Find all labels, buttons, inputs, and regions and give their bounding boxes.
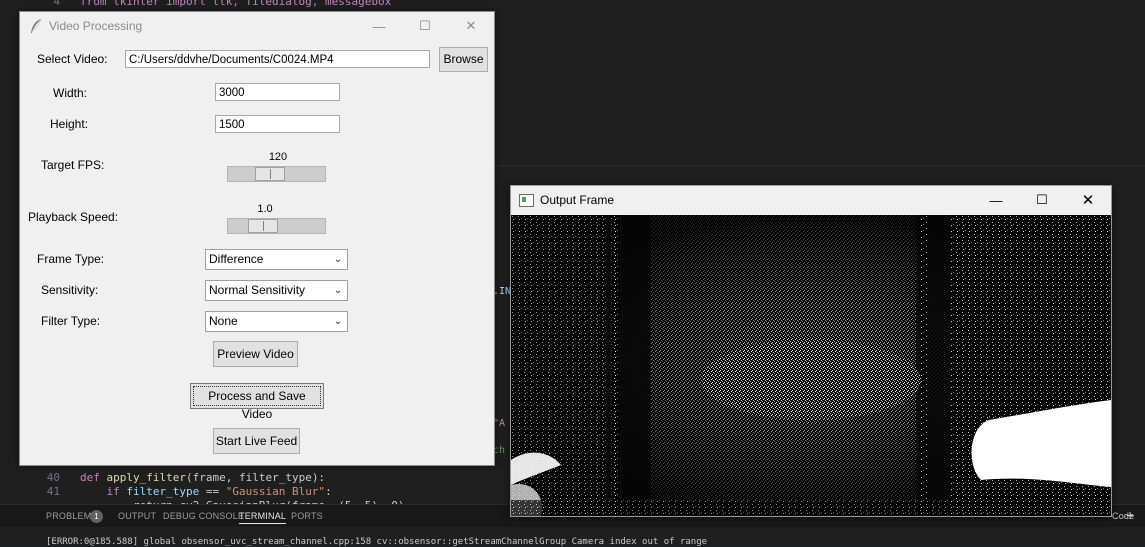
code-line: def apply_filter(frame, filter_type):	[80, 471, 326, 484]
chevron-down-icon[interactable]: ⌄	[332, 282, 344, 299]
add-terminal-icon[interactable]: +	[1126, 507, 1134, 523]
browse-button[interactable]: Browse	[439, 47, 488, 72]
tab-debug-console[interactable]: DEBUG CONSOLE	[163, 511, 244, 521]
tab-ports[interactable]: PORTS	[291, 511, 323, 521]
speed-slider-track[interactable]	[227, 218, 326, 234]
difference-frame-image	[511, 215, 1111, 516]
minimize-button[interactable]: —	[973, 186, 1019, 214]
height-field[interactable]: 1500	[215, 115, 340, 133]
filter-type-value: None	[209, 314, 238, 328]
line-number: 41	[46, 485, 60, 498]
close-button[interactable]: ✕	[1065, 186, 1111, 214]
output-window-title: Output Frame	[540, 193, 615, 207]
output-frame-window: Output Frame — ☐ ✕	[510, 185, 1112, 517]
code-line: from tkinter import ttk, filedialog, mes…	[80, 0, 392, 8]
window-title: Video Processing	[49, 19, 143, 33]
chevron-down-icon[interactable]: ⌄	[332, 313, 344, 330]
maximize-button[interactable]: ☐	[402, 12, 448, 40]
process-and-save-button[interactable]: Process and Save Video	[190, 383, 324, 421]
video-processing-window: Video Processing — ☐ ✕ Select Video: C:/…	[19, 11, 495, 466]
video-path-field[interactable]: C:/Users/ddvhe/Documents/C0024.MP4	[125, 50, 430, 68]
code-line: if filter_type == "Gaussian Blur":	[80, 485, 332, 498]
width-field[interactable]: 3000	[215, 83, 340, 101]
start-live-feed-button[interactable]: Start Live Feed	[213, 428, 300, 454]
tab-terminal[interactable]: TERMINAL	[239, 511, 287, 524]
sensitivity-select[interactable]: Normal Sensitivity ⌄	[205, 280, 348, 301]
problems-count-badge: 1	[90, 510, 103, 523]
select-video-label: Select Video:	[37, 52, 108, 66]
playback-speed-label: Playback Speed:	[28, 210, 119, 224]
width-label: Width:	[53, 86, 88, 100]
fps-slider-handle[interactable]	[255, 167, 285, 181]
process-and-save-label: Process and Save Video	[193, 386, 321, 421]
frame-type-label: Frame Type:	[37, 252, 105, 266]
line-number: 40	[46, 471, 60, 484]
title-bar[interactable]: Video Processing — ☐ ✕	[20, 12, 494, 40]
filter-type-label: Filter Type:	[41, 314, 101, 328]
terminal-output: [ERROR:0@185.588] global obsensor_uvc_st…	[46, 537, 708, 547]
frame-type-value: Difference	[209, 252, 264, 266]
sensitivity-value: Normal Sensitivity	[209, 283, 306, 297]
fps-value: 120	[268, 151, 288, 163]
preview-video-button[interactable]: Preview Video	[213, 341, 298, 367]
sensitivity-label: Sensitivity:	[41, 283, 99, 297]
chevron-down-icon[interactable]: ⌄	[332, 251, 344, 268]
window-app-icon	[519, 194, 534, 207]
frame-type-select[interactable]: Difference ⌄	[205, 249, 348, 270]
output-video-frame	[511, 215, 1111, 516]
speed-slider-handle[interactable]	[248, 219, 278, 233]
close-button[interactable]: ✕	[448, 12, 494, 40]
feather-icon	[31, 18, 42, 33]
height-label: Height:	[50, 117, 89, 131]
tab-output[interactable]: OUTPUT	[118, 511, 156, 521]
filter-type-select[interactable]: None ⌄	[205, 311, 348, 332]
speed-value: 1.0	[257, 203, 273, 215]
target-fps-label: Target FPS:	[41, 158, 105, 172]
line-number: 4	[53, 0, 60, 8]
maximize-button[interactable]: ☐	[1019, 186, 1065, 214]
fps-slider-track[interactable]	[227, 166, 326, 182]
minimize-button[interactable]: —	[356, 12, 402, 40]
editor-divider	[493, 165, 1145, 166]
